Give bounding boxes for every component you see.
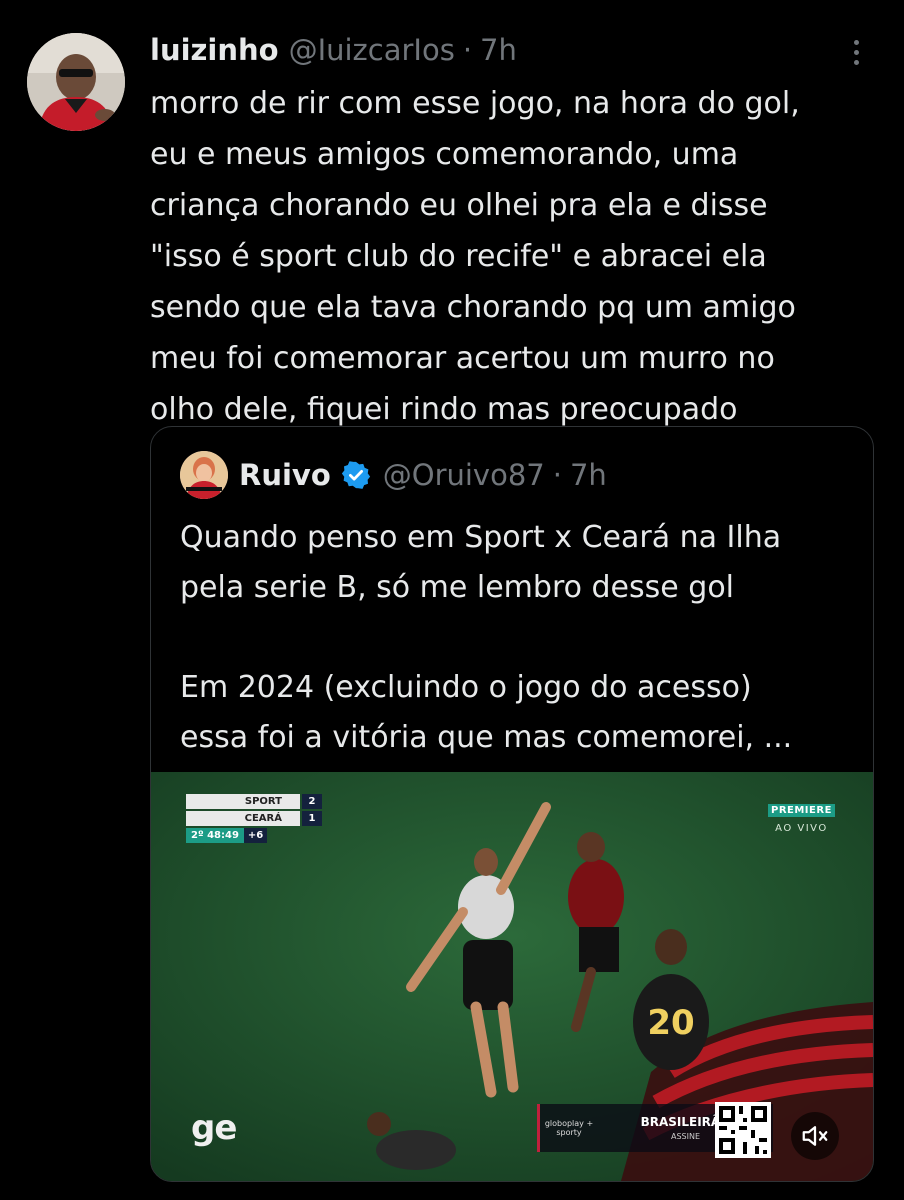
scoreboard-away-row: CEARÁ 1 [186, 811, 322, 826]
qr-code [715, 1102, 771, 1158]
separator-dot: · [462, 33, 473, 67]
added-time: +6 [243, 828, 268, 843]
separator-dot: · [552, 458, 562, 492]
author-handle[interactable]: @IuizcarIos [289, 33, 455, 67]
verified-badge-icon [341, 461, 370, 489]
tweet-timestamp[interactable]: 7h [480, 33, 517, 67]
quoted-tweet-text: Quando penso em Sport x Ceará na Ilha pe… [180, 520, 793, 755]
tweet: luizinho @IuizcarIos · 7h morro de rir c… [0, 0, 904, 1200]
author-avatar[interactable] [27, 33, 125, 131]
quoted-author-name[interactable]: Ruivo [239, 458, 331, 492]
quoted-tweet-header: Ruivo @Oruivo87 · 7h [239, 453, 607, 497]
tweet-text: morro de rir com esse jogo, na hora do g… [150, 86, 800, 427]
ad-logo: globoplay + sporty [544, 1119, 594, 1137]
match-clock: 2º 48:49 [186, 828, 244, 843]
mute-icon[interactable] [791, 1112, 839, 1160]
quoted-tweet[interactable]: Ruivo @Oruivo87 · 7h Quando penso em Spo… [150, 426, 874, 1182]
away-team: CEARÁ [186, 811, 300, 826]
quoted-author-avatar[interactable] [180, 451, 228, 499]
away-score: 1 [302, 811, 322, 826]
quoted-tweet-timestamp[interactable]: 7h [570, 458, 607, 492]
match-clock-row: 2º 48:49 +6 [186, 828, 322, 843]
ge-watermark: ge [191, 1108, 237, 1148]
author-name[interactable]: luizinho [150, 33, 279, 67]
home-team: SPORT [186, 794, 300, 809]
live-label: AO VIVO [775, 823, 828, 834]
more-options-icon[interactable] [838, 34, 874, 70]
quoted-author-handle[interactable]: @Oruivo87 [383, 458, 545, 492]
broadcaster-name: PREMIERE [768, 804, 835, 817]
broadcaster-logo: PREMIERE AO VIVO [768, 804, 835, 834]
tweet-header: luizinho @IuizcarIos · 7h [150, 28, 517, 72]
home-score: 2 [302, 794, 322, 809]
video-player[interactable]: 20 SPORT 2 CEARÁ 1 2º 48:49 +6 PREMIERE … [151, 772, 873, 1181]
scoreboard-home-row: SPORT 2 [186, 794, 322, 809]
svg-text:20: 20 [647, 1003, 694, 1043]
scoreboard: SPORT 2 CEARÁ 1 2º 48:49 +6 [186, 794, 322, 843]
